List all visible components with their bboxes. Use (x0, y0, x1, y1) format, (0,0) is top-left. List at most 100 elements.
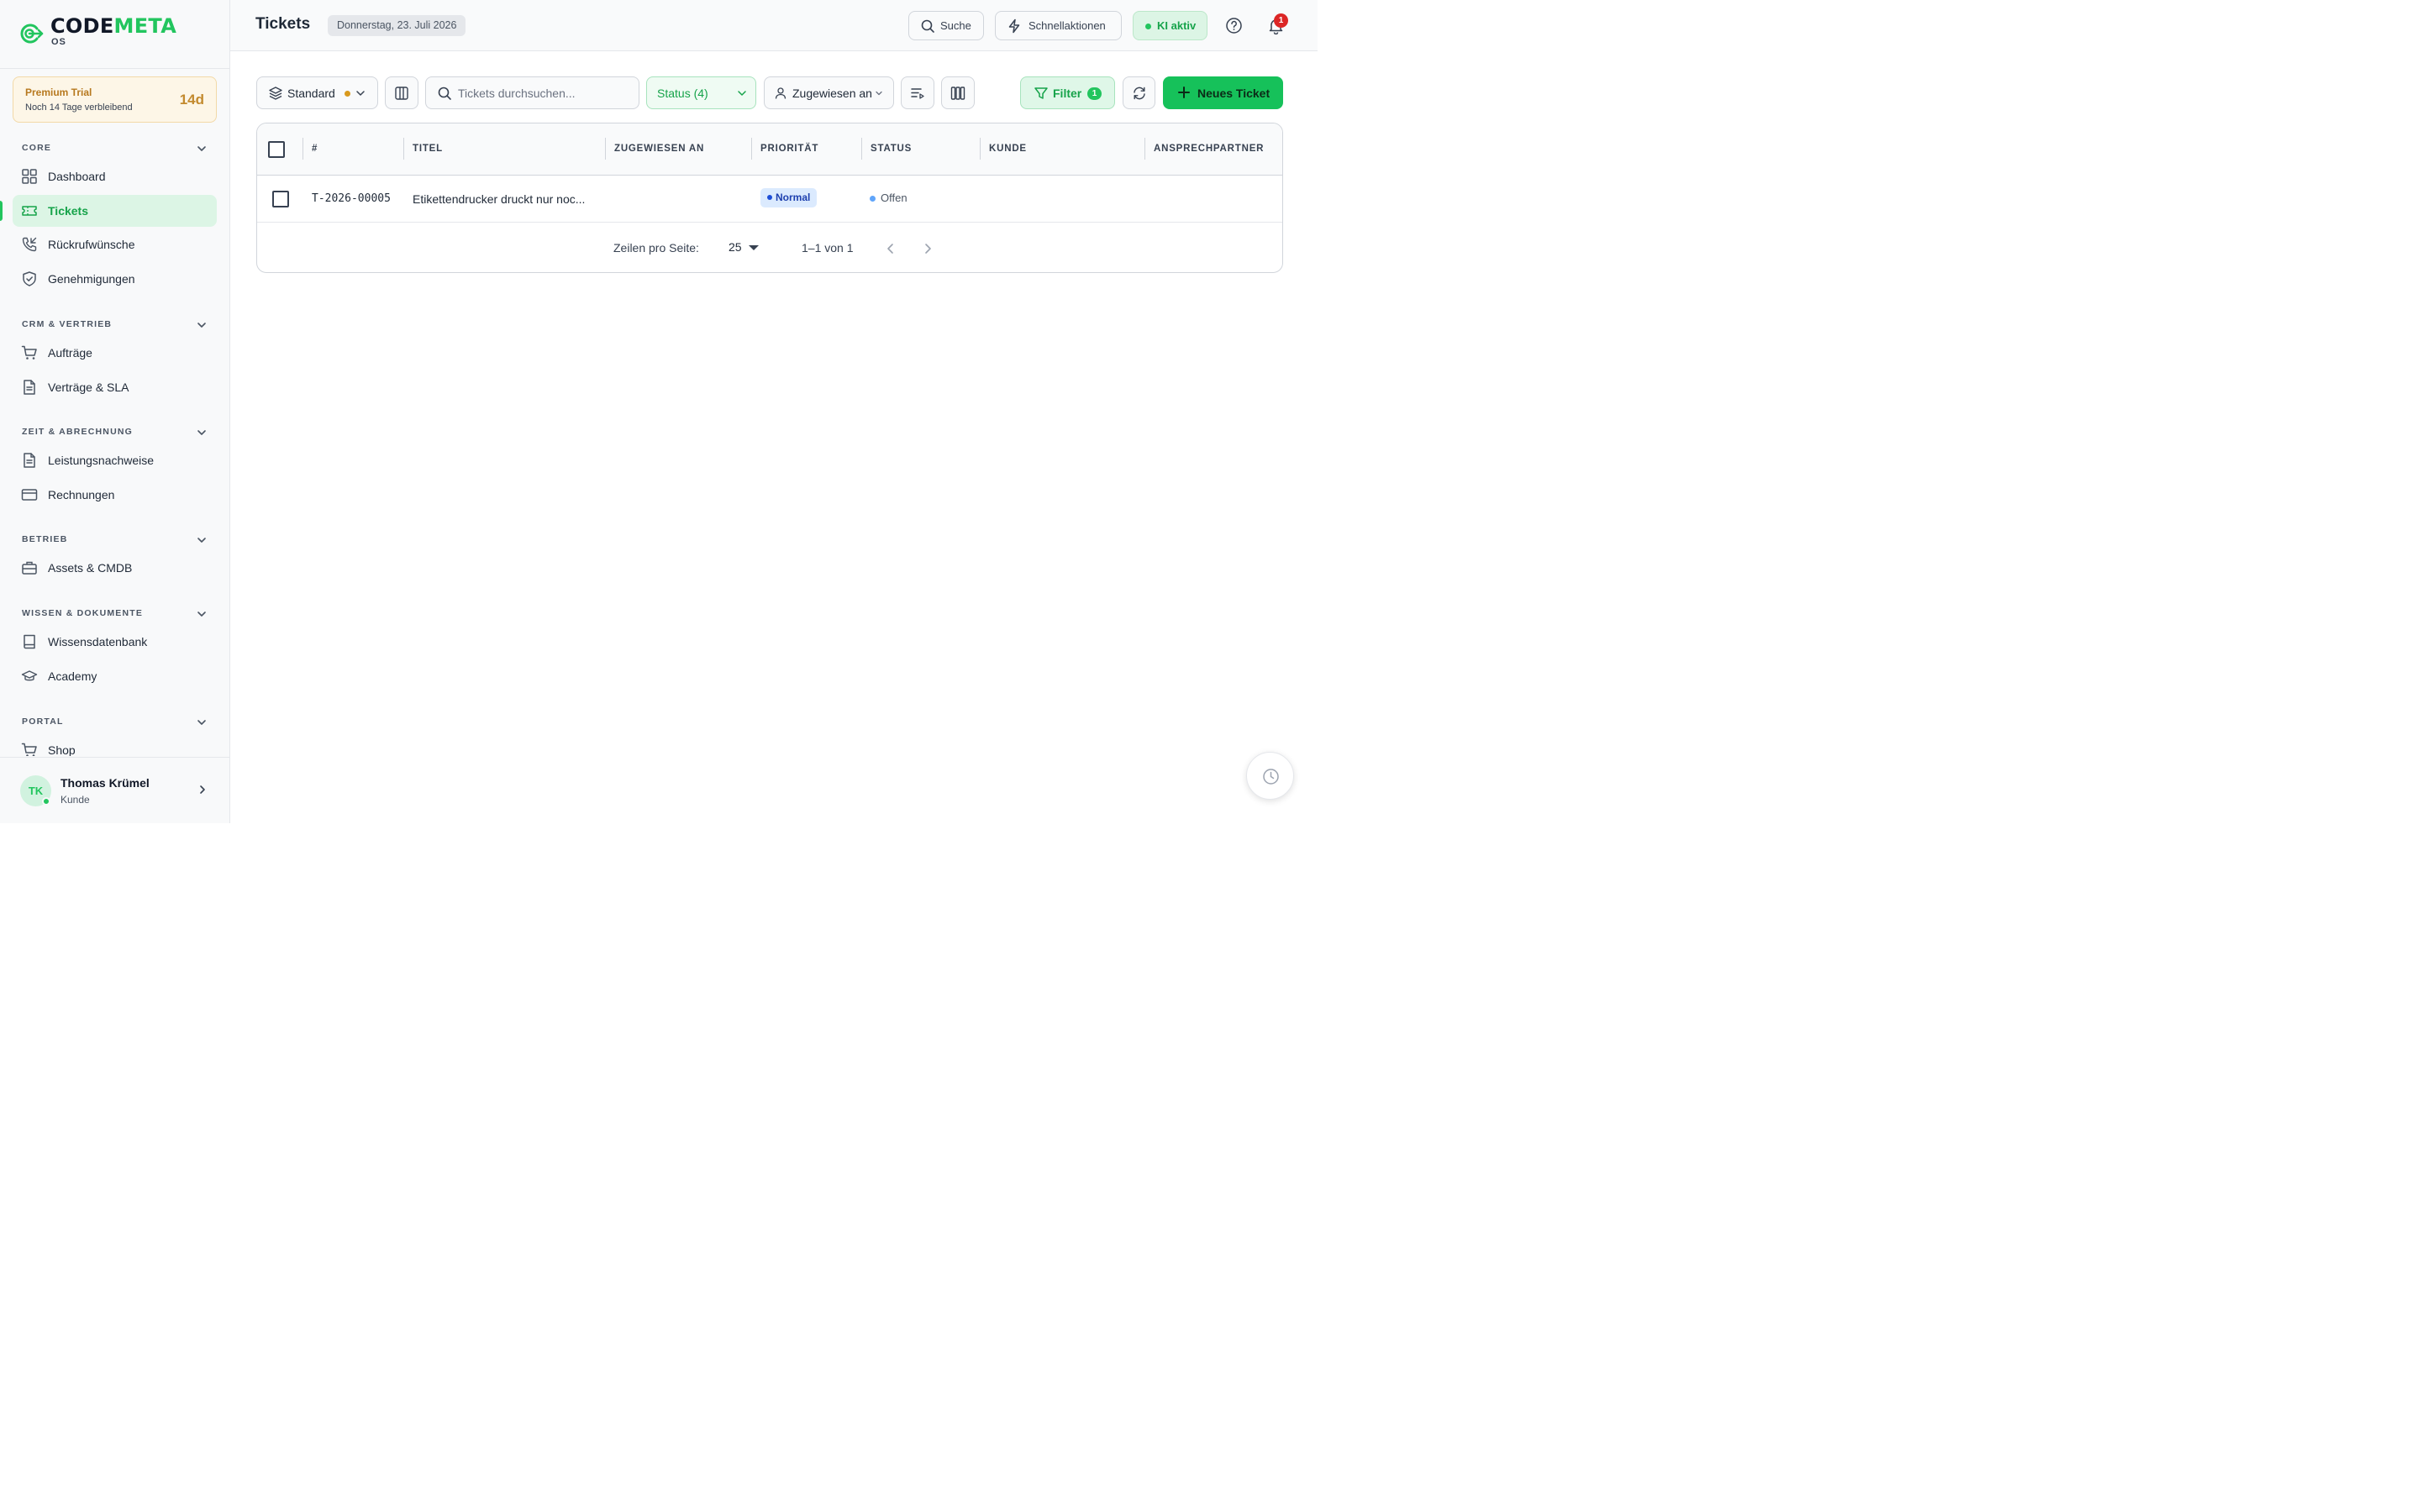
chevron-down-icon (197, 720, 206, 725)
column-divider (861, 138, 862, 160)
sidebar-item-tickets[interactable]: Tickets (13, 195, 217, 227)
sidebar-item-label: Rechnungen (48, 488, 115, 501)
row-checkbox[interactable] (272, 191, 289, 207)
sidebar-item-label: Genehmigungen (48, 272, 135, 286)
columns-icon (395, 87, 408, 100)
premium-trial-card[interactable]: Premium Trial Noch 14 Tage verbleibend 1… (13, 76, 217, 123)
column-divider (751, 138, 752, 160)
caret-down-icon[interactable] (749, 245, 759, 250)
column-header-id[interactable]: # (312, 144, 318, 154)
document-icon (24, 380, 35, 395)
sidebar: CODEMETA OS Premium Trial Noch 14 Tage v… (0, 0, 230, 823)
trial-days: 14d (179, 92, 204, 108)
ticket-id: T-2026-00005 (312, 192, 391, 205)
ai-status-badge[interactable]: KI aktiv (1133, 11, 1207, 40)
sidebar-item-label: Tickets (48, 204, 88, 218)
ticket-icon (22, 206, 37, 216)
user-role: Kunde (60, 794, 90, 806)
time-tracking-fab[interactable] (1246, 752, 1294, 800)
filter-button[interactable]: Filter 1 (1020, 76, 1115, 109)
sort-button[interactable] (901, 76, 934, 109)
notification-badge: 1 (1274, 13, 1288, 28)
date-badge: Donnerstag, 23. Juli 2026 (328, 15, 466, 36)
table-header: # TITEL ZUGEWIESEN AN PRIORITÄT STATUS K… (257, 123, 1282, 176)
trial-subtitle: Noch 14 Tage verbleibend (25, 102, 133, 113)
assignee-filter-dropdown[interactable]: Zugewiesen an (764, 76, 894, 109)
chevron-left-icon[interactable] (883, 241, 898, 256)
column-header-contact[interactable]: ANSPRECHPARTNER (1154, 144, 1264, 154)
section-zeit-abrechnung[interactable]: ZEIT & ABRECHNUNG (22, 425, 208, 440)
column-header-assignee[interactable]: ZUGEWIESEN AN (614, 144, 704, 154)
search-button[interactable]: Suche (908, 11, 984, 40)
sidebar-item-academy[interactable]: Academy (13, 660, 217, 692)
user-profile[interactable]: TK Thomas Krümel Kunde (0, 757, 229, 823)
refresh-button[interactable] (1123, 76, 1155, 109)
lightning-icon (1008, 18, 1020, 34)
user-icon (775, 87, 786, 99)
briefcase-icon (22, 561, 37, 575)
quick-actions-button[interactable]: Schnellaktionen (995, 11, 1122, 40)
status-filter-dropdown[interactable]: Status (4) (646, 76, 756, 109)
filter-label: Filter (1053, 87, 1082, 100)
status-label: Offen (881, 192, 908, 204)
unsaved-indicator-dot (345, 91, 350, 97)
sidebar-item-rechnungen[interactable]: Rechnungen (13, 479, 217, 511)
new-ticket-button[interactable]: Neues Ticket (1163, 76, 1283, 109)
section-label: CORE (22, 143, 52, 153)
help-icon[interactable] (1225, 17, 1243, 34)
ticket-search-field[interactable] (425, 76, 639, 109)
chevron-down-icon (197, 323, 206, 328)
sidebar-item-label: Leistungsnachweise (48, 454, 155, 467)
column-divider (980, 138, 981, 160)
sidebar-nav: CORE Dashboard Tickets Rückrufwünsche Ge… (0, 134, 229, 756)
sidebar-item-wissensdatenbank[interactable]: Wissensdatenbank (13, 626, 217, 658)
top-header: Tickets Donnerstag, 23. Juli 2026 Suche … (230, 0, 1318, 51)
kanban-columns-icon (950, 87, 965, 100)
table-row[interactable]: T-2026-00005 Etikettendrucker druckt nur… (257, 176, 1282, 223)
column-header-title[interactable]: TITEL (413, 144, 443, 154)
sidebar-item-vertraege-sla[interactable]: Verträge & SLA (13, 371, 217, 403)
rows-per-page-select[interactable]: 25 (729, 240, 742, 254)
chevron-right-icon[interactable] (920, 241, 935, 256)
select-all-checkbox[interactable] (268, 141, 285, 158)
sidebar-item-label: Shop (48, 743, 76, 756)
kanban-view-button[interactable] (941, 76, 975, 109)
logo-icon (20, 24, 44, 44)
column-header-priority[interactable]: PRIORITÄT (760, 144, 818, 154)
section-wissen-dokumente[interactable]: WISSEN & DOKUMENTE (22, 606, 208, 622)
column-header-status[interactable]: STATUS (871, 144, 912, 154)
sidebar-item-label: Academy (48, 669, 97, 683)
status-filter-label: Status (4) (657, 87, 708, 100)
ticket-title[interactable]: Etikettendrucker druckt nur noc... (413, 192, 585, 206)
column-header-customer[interactable]: KUNDE (989, 144, 1027, 154)
shopping-cart-icon (21, 743, 37, 756)
sidebar-item-dashboard[interactable]: Dashboard (13, 160, 217, 192)
chevron-down-icon (197, 146, 206, 151)
sidebar-item-label: Dashboard (48, 170, 106, 183)
filter-count-badge: 1 (1087, 87, 1102, 100)
section-label: BETRIEB (22, 534, 68, 544)
sidebar-item-genehmigungen[interactable]: Genehmigungen (13, 263, 217, 295)
document-icon (24, 453, 35, 468)
brand-name: CODEMETA (50, 14, 176, 38)
brand-name-part1: CODE (50, 14, 114, 38)
section-label: WISSEN & DOKUMENTE (22, 608, 144, 618)
chevron-down-icon (197, 538, 206, 543)
section-crm-vertrieb[interactable]: CRM & VERTRIEB (22, 318, 208, 333)
search-icon (438, 87, 451, 100)
sidebar-item-leistungsnachweise[interactable]: Leistungsnachweise (13, 444, 217, 476)
ticket-search-input[interactable] (458, 78, 633, 108)
view-selector[interactable]: Standard (256, 76, 378, 109)
sidebar-item-rueckrufwuensche[interactable]: Rückrufwünsche (13, 228, 217, 260)
sidebar-item-auftraege[interactable]: Aufträge (13, 337, 217, 369)
chevron-down-icon (876, 91, 882, 96)
sidebar-item-shop[interactable]: Shop (13, 734, 217, 756)
column-divider (1144, 138, 1145, 160)
view-selector-label: Standard (287, 87, 335, 100)
section-core[interactable]: CORE (22, 141, 208, 156)
sidebar-item-assets-cmdb[interactable]: Assets & CMDB (13, 552, 217, 584)
shopping-cart-icon (21, 345, 37, 360)
column-layout-button[interactable] (385, 76, 418, 109)
section-portal[interactable]: PORTAL (22, 715, 208, 730)
section-betrieb[interactable]: BETRIEB (22, 533, 208, 548)
